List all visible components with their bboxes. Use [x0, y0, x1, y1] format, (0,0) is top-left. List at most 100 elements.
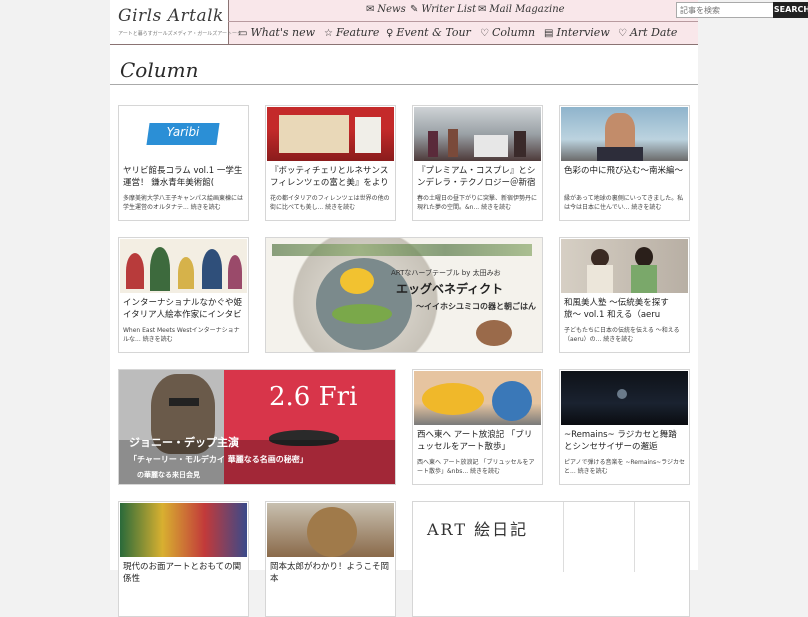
- nav-interview[interactable]: ▤ Interview: [544, 26, 610, 39]
- nav-art-date[interactable]: ♡ Art Date: [618, 26, 677, 39]
- article-card[interactable]: インターナショナルなかぐや姫 イタリア人絵本作家にインタビュ When East…: [118, 237, 249, 353]
- counter-shape: [474, 135, 508, 157]
- art-diary-title: ART 絵日記: [427, 520, 529, 539]
- nav-feature[interactable]: ☆ Feature: [324, 26, 379, 39]
- article-card[interactable]: 西へ東へ アート放浪記 「ブリュッセルをアート散歩」 西へ東へ アート放浪記 「…: [412, 369, 543, 485]
- illustration-shape: [228, 255, 242, 289]
- card-excerpt: 花の都イタリアのフィレンツェは世界の他の街に比べても美し... 続きを読む: [270, 195, 390, 211]
- top-nav: ✉News ✎Writer List ✉Mail Magazine SEARCH: [228, 0, 808, 22]
- article-card[interactable]: Yaribi ヤリビ館長コラム vol.1 一学生運営！ 鎌水青年美術館( 多摩…: [118, 105, 249, 221]
- featured-thumbnail: ART 絵日記: [413, 502, 689, 616]
- illustration-shape: [150, 247, 170, 291]
- egg-shape: [340, 268, 374, 294]
- card-title: 西へ東へ アート放浪記 「ブリュッセルをアート散歩」: [417, 430, 533, 452]
- nav-writer-list[interactable]: ✎ Writer List: [410, 4, 476, 15]
- pencil-icon: ✎: [410, 4, 419, 15]
- salad-shape: [332, 304, 392, 324]
- card-title: 現代のお面アートとおもての関係性: [123, 562, 242, 584]
- card-thumbnail: Yaribi: [120, 107, 247, 161]
- column-icon: ♡: [480, 28, 489, 39]
- article-card[interactable]: 和風美人塾 〜伝統美を探す旅〜 vol.1 和える（aeru 子どもたちに日本の…: [559, 237, 690, 353]
- nav-interview-label: Interview: [556, 26, 610, 39]
- person-body-shape: [631, 265, 657, 293]
- site-logo[interactable]: Girls Artalk アートと暮らすガールズメディア・ガールズアートーク: [110, 0, 242, 44]
- panel-shape: [355, 117, 381, 153]
- article-card[interactable]: ~Remains~ ラジカセと舞踏とシンセサイザーの邂逅 ピアノで弾ける音楽を …: [559, 369, 690, 485]
- featured-kicker: ARTなハーブテーブル by 太田みお: [391, 269, 501, 277]
- card-excerpt: 縁があって地球の裏側にいってきました。私は今は日本に住んでい... 続きを読む: [564, 195, 684, 211]
- card-thumbnail: [561, 371, 688, 425]
- heart-icon: ♡: [618, 28, 627, 39]
- card-title: 岡本太郎がわかり！ようこそ岡本: [270, 562, 390, 584]
- card-title: 和風美人塾 〜伝統美を探す旅〜 vol.1 和える（aeru: [564, 298, 669, 320]
- card-title: 『ボッティチェリとルネサンス フィレンツェの富と美』をより楽: [270, 166, 389, 188]
- leaves-shape: [272, 244, 532, 256]
- nav-event-tour-label: Event & Tour: [396, 26, 471, 39]
- card-title: ヤリビ館長コラム vol.1 一学生運営！ 鎌水青年美術館(: [123, 166, 243, 188]
- article-card[interactable]: 色彩の中に飛び込む〜南米編〜 縁があって地球の裏側にいってきました。私は今は日本…: [559, 105, 690, 221]
- featured-thumbnail: ARTなハーブテーブル by 太田みお エッグベネディクト 〜イイホシユミコの器…: [266, 238, 542, 352]
- star-icon: ☆: [324, 28, 333, 39]
- news-icon: ✉: [366, 4, 375, 15]
- illustration-shape: [178, 257, 194, 289]
- featured-subtitle: 〜イイホシユミコの器と朝ごはん: [416, 302, 536, 311]
- nav-news[interactable]: ✉ News: [366, 4, 406, 15]
- article-card[interactable]: 『ボッティチェリとルネサンス フィレンツェの富と美』をより楽 花の都イタリアのフ…: [265, 105, 396, 221]
- card-thumbnail: [414, 107, 541, 161]
- logo-tagline: アートと暮らすガールズメディア・ガールズアートーク: [118, 31, 242, 37]
- figure-shape: [428, 131, 438, 157]
- logo-text: Girls Artalk: [118, 6, 224, 26]
- search-button[interactable]: SEARCH: [773, 2, 808, 18]
- search-input[interactable]: [676, 2, 780, 18]
- card-thumbnail: [414, 371, 541, 425]
- yaribi-logo-text: Yaribi: [166, 125, 200, 139]
- card-excerpt: ピアノで弾ける音楽を ~Remains~ラジカセと... 続きを読む: [564, 459, 685, 475]
- sculpture-shape: [307, 507, 357, 557]
- event-icon: ♀: [386, 28, 394, 39]
- figure-shape: [514, 131, 526, 157]
- nav-art-date-label: Art Date: [629, 26, 678, 39]
- sculpture-shape: [422, 383, 484, 415]
- section-title: Column: [120, 58, 199, 82]
- mail-icon: ✉: [478, 4, 487, 15]
- nav-column-label: Column: [491, 26, 536, 39]
- card-thumbnail: [120, 239, 247, 293]
- article-card[interactable]: 現代のお面アートとおもての関係性: [118, 501, 249, 617]
- card-excerpt: When East Meets Westインターナショナルな... 続きを読む: [123, 327, 240, 343]
- category-nav: ▭ What's new ☆ Feature ♀ Event & Tour ♡ Colu…: [228, 22, 698, 44]
- page: Girls Artalk アートと暮らすガールズメディア・ガールズアートーク ✉…: [110, 0, 808, 617]
- card-thumbnail: [561, 239, 688, 293]
- card-thumbnail: [561, 107, 688, 161]
- nav-news-label: News: [377, 4, 406, 15]
- featured-article-card[interactable]: 2.6 Fri ジョニー・デップ主演 「チャーリー・モルデカイ 華麗なる名画の秘…: [118, 369, 396, 485]
- article-card[interactable]: 岡本太郎がわかり！ようこそ岡本: [265, 501, 396, 617]
- figure-shape: [448, 129, 458, 157]
- featured-caption: の華麗なる来日会見: [137, 471, 200, 479]
- cup-shape: [476, 320, 512, 346]
- card-title: ~Remains~ ラジカセと舞踏とシンセサイザーの邂逅: [564, 430, 677, 452]
- person-head-shape: [635, 247, 653, 267]
- nav-whats-new[interactable]: ▭ What's new: [238, 26, 315, 39]
- card-excerpt: 多摩美術大学八王子キャンパス絵画東棟には学生運営のオルタナテ... 続きを読む: [123, 195, 244, 211]
- sunglasses-shape: [169, 398, 199, 406]
- sketch-shape: [563, 502, 635, 572]
- nav-whats-new-label: What's new: [250, 26, 315, 39]
- globe-shape: [492, 381, 532, 421]
- painting-shape: [279, 115, 349, 153]
- featured-article-card[interactable]: ARTなハーブテーブル by 太田みお エッグベネディクト 〜イイホシユミコの器…: [265, 237, 543, 353]
- light-shape: [617, 389, 627, 399]
- event-date: 2.6 Fri: [269, 382, 358, 412]
- site-header: Girls Artalk アートと暮らすガールズメディア・ガールズアートーク ✉…: [110, 0, 808, 45]
- article-card[interactable]: 『プレミアム・コスプレ』とシンデレラ・テクノロジー＠新宿伊勢 春の土曜日の昼下が…: [412, 105, 543, 221]
- interview-icon: ▤: [544, 28, 554, 39]
- card-excerpt: 春の土曜日の昼下がりに突撃、新宿伊勢丹に現れた夢の空間。&n... 続きを読む: [417, 195, 538, 211]
- card-title: インターナショナルなかぐや姫 イタリア人絵本作家にインタビュ: [123, 298, 243, 320]
- nav-column[interactable]: ♡ Column: [480, 26, 535, 39]
- nav-mail-magazine[interactable]: ✉ Mail Magazine: [478, 4, 565, 15]
- featured-subtitle: 「チャーリー・モルデカイ 華麗なる名画の秘密」: [129, 455, 308, 464]
- nav-event-tour[interactable]: ♀ Event & Tour: [386, 26, 471, 39]
- featured-thumbnail: 2.6 Fri ジョニー・デップ主演 「チャーリー・モルデカイ 華麗なる名画の秘…: [119, 370, 395, 484]
- featured-article-card[interactable]: ART 絵日記: [412, 501, 690, 617]
- card-thumbnail: [267, 503, 394, 557]
- nav-writer-list-label: Writer List: [421, 4, 477, 15]
